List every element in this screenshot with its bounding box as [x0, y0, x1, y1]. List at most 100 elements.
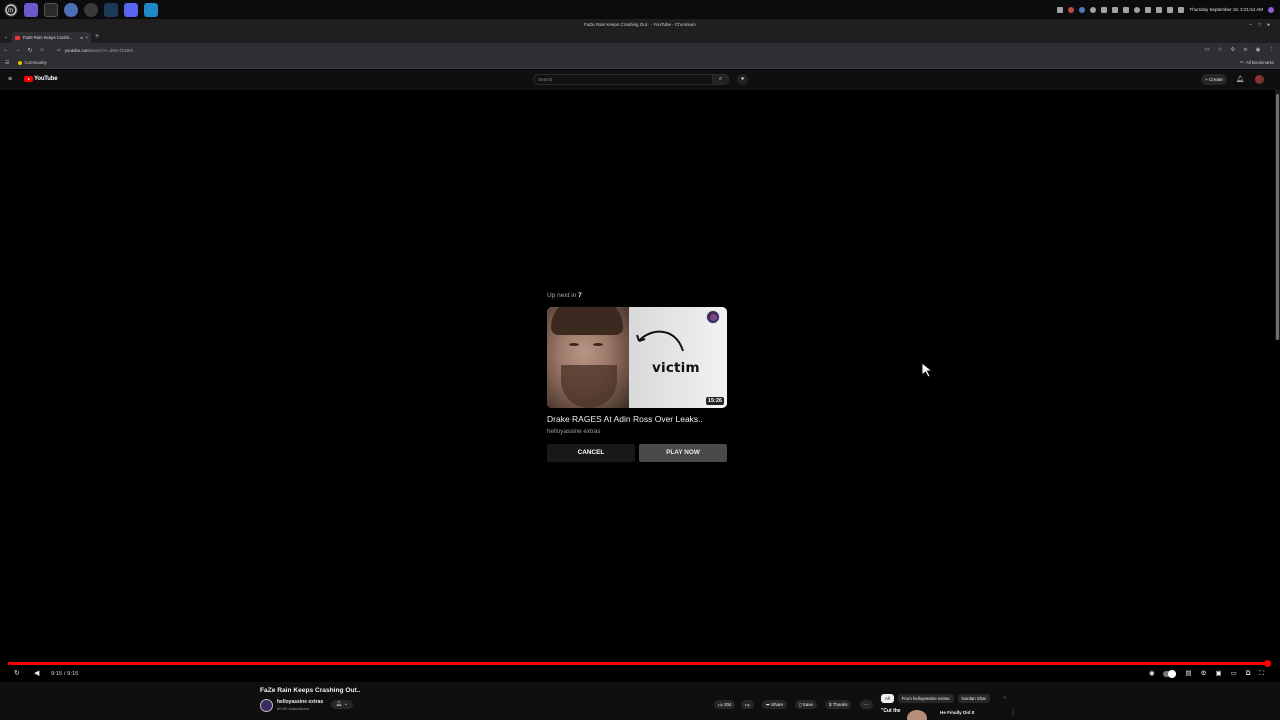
- cancel-button[interactable]: CANCEL: [547, 444, 635, 462]
- up-next-label: Up next in 7: [547, 291, 728, 301]
- recommendation-thumb-text: "Cut the: [881, 708, 901, 714]
- thanks-label: Thanks: [832, 702, 848, 707]
- tray-update-icon[interactable]: [1090, 6, 1097, 13]
- replay-icon[interactable]: ↻: [14, 669, 20, 679]
- tray-battery-icon[interactable]: [1101, 6, 1108, 13]
- tab-list-icon[interactable]: ⌄: [4, 34, 8, 40]
- recommendation-menu-icon[interactable]: ⋮: [1010, 709, 1016, 716]
- maximize-icon[interactable]: □: [1258, 22, 1261, 28]
- channel-name[interactable]: helloyassine extras: [277, 699, 323, 705]
- subtitles-icon[interactable]: ▤: [1185, 669, 1191, 679]
- cast-player-icon[interactable]: ⧉: [1246, 669, 1251, 679]
- tray-app-icon[interactable]: [1057, 6, 1064, 13]
- all-bookmarks-button[interactable]: ▭ All Bookmarks: [1240, 59, 1274, 65]
- autoplay-toggle[interactable]: [1163, 670, 1177, 678]
- mint-menu-icon[interactable]: m: [4, 2, 18, 17]
- guide-menu-icon[interactable]: ≡: [8, 76, 12, 83]
- back-icon[interactable]: ←: [0, 47, 12, 53]
- scrollbar-thumb[interactable]: [1276, 94, 1279, 340]
- forward-icon[interactable]: →: [12, 47, 24, 53]
- tray-wifi-icon[interactable]: [1156, 6, 1163, 13]
- subscribed-button[interactable]: 🔔︎ ⌄: [331, 700, 353, 709]
- cast-icon[interactable]: ▭: [1204, 47, 1209, 53]
- tray-vpn-icon[interactable]: [1068, 6, 1075, 13]
- chromium-icon[interactable]: [64, 2, 78, 17]
- tray-network-icon[interactable]: [1079, 6, 1086, 13]
- os-launcher: m: [0, 0, 158, 19]
- miniplayer-icon[interactable]: ▣: [1215, 669, 1221, 679]
- voice-search-button[interactable]: ●: [737, 74, 748, 85]
- vpn-extension-icon[interactable]: ≋: [1243, 47, 1248, 53]
- browser-menu-icon[interactable]: ⋮: [1269, 47, 1275, 53]
- like-button[interactable]: 👍︎ 204: [714, 700, 736, 709]
- address-bar[interactable]: ⇌ youtube.com/watch?v=dWe-fZ3B0t: [53, 45, 1193, 55]
- tab-close-icon[interactable]: ×: [85, 35, 88, 40]
- bookmark-community[interactable]: Community: [18, 60, 47, 65]
- tab-youtube[interactable]: FaZe Rain Keeps Crashi... ◂ ×: [12, 32, 91, 43]
- recommendation-thumbnail[interactable]: "Cut the: [881, 708, 931, 720]
- youtube-logo[interactable]: YouTube: [24, 76, 58, 82]
- notifications-icon[interactable]: 🔔︎: [1236, 75, 1244, 83]
- tray-shield-icon[interactable]: [1134, 6, 1141, 13]
- search-icon: ⌕: [718, 76, 723, 82]
- home-icon[interactable]: ⌂: [36, 47, 48, 53]
- site-info-icon[interactable]: ⇌: [57, 47, 61, 53]
- search-input[interactable]: Search: [533, 74, 713, 85]
- chip-from-channel[interactable]: From helloyassine extras: [897, 694, 954, 703]
- profile-icon[interactable]: ◉: [1256, 47, 1261, 53]
- chip-all[interactable]: All: [881, 694, 894, 703]
- up-next-countdown: 7: [578, 292, 582, 299]
- microphone-icon: ●: [740, 76, 745, 82]
- progress-bar[interactable]: [8, 662, 1267, 665]
- volume-icon[interactable]: ◀: [34, 669, 39, 679]
- save-button[interactable]: ▯ Save: [795, 700, 818, 709]
- time-display: 9:15 / 9:15: [51, 671, 79, 677]
- tray-telegram-icon[interactable]: [1145, 6, 1152, 13]
- thanks-button[interactable]: $ Thanks: [825, 700, 852, 709]
- url-text[interactable]: youtube.com/watch?v=dWe-fZ3B0t: [65, 48, 133, 53]
- extensions-icon[interactable]: ✣: [1230, 47, 1235, 53]
- os-clock[interactable]: Thursday September 18, 2:21:54 AM: [1189, 7, 1263, 12]
- up-next-title[interactable]: Drake RAGES At Adin Ross Over Leaks..: [547, 414, 703, 424]
- more-actions-button[interactable]: ⋯: [860, 700, 873, 709]
- settings-gear-icon[interactable]: ⚙: [1201, 669, 1207, 679]
- files-icon[interactable]: [24, 2, 38, 17]
- miniplayer-eye-icon[interactable]: ◉: [1149, 669, 1155, 679]
- video-title: FaZe Rain Keeps Crashing Out..: [260, 687, 361, 694]
- bookmark-star-icon[interactable]: ☆: [1218, 47, 1223, 53]
- tray-clipboard-icon[interactable]: [1123, 6, 1130, 13]
- apps-grid-icon[interactable]: ☰: [5, 60, 9, 66]
- channel-avatar[interactable]: [260, 699, 273, 712]
- fullscreen-icon[interactable]: ⛶: [1259, 669, 1264, 679]
- browser-toolbar: ← → ↻ ⌂ ⇌ youtube.com/watch?v=dWe-fZ3B0t…: [0, 43, 1280, 57]
- bell-icon: 🔔︎: [336, 701, 343, 707]
- share-button[interactable]: ➦ Share: [762, 700, 788, 709]
- steam-icon[interactable]: [104, 2, 118, 17]
- power-icon[interactable]: [1268, 6, 1274, 13]
- search-button[interactable]: ⌕: [712, 74, 729, 85]
- play-now-button[interactable]: PLAY NOW: [639, 444, 727, 462]
- account-avatar[interactable]: [1255, 75, 1264, 84]
- discord-icon[interactable]: [124, 2, 138, 17]
- close-window-icon[interactable]: ●: [1267, 22, 1270, 28]
- chips-next-icon[interactable]: ›: [1004, 694, 1006, 703]
- reload-icon[interactable]: ↻: [24, 47, 36, 54]
- thumbs-down-icon: 👎︎: [745, 702, 750, 707]
- up-next-thumbnail[interactable]: victim 15:26: [547, 307, 727, 408]
- tray-screen-icon[interactable]: [1112, 6, 1119, 13]
- tab-audio-icon[interactable]: ◂: [80, 35, 82, 41]
- tray-volume-icon[interactable]: [1167, 6, 1174, 13]
- minimize-icon[interactable]: –: [1249, 22, 1252, 28]
- new-tab-button[interactable]: +: [95, 33, 99, 41]
- dislike-button[interactable]: 👎︎: [741, 700, 754, 709]
- window-controls: – □ ●: [1249, 19, 1270, 31]
- bookmarks-bar: ☰ Community ▭ All Bookmarks: [0, 57, 1280, 69]
- terminal-icon[interactable]: [44, 2, 58, 17]
- recommendation-title[interactable]: He Finally Did It: [940, 710, 974, 715]
- edge-icon[interactable]: [144, 2, 158, 17]
- tray-music-icon[interactable]: [1178, 6, 1185, 13]
- theater-mode-icon[interactable]: ▭: [1231, 669, 1237, 679]
- create-button[interactable]: + Create: [1201, 74, 1227, 85]
- chip-related[interactable]: Nordan Shat: [957, 694, 990, 703]
- software-manager-icon[interactable]: [84, 2, 98, 17]
